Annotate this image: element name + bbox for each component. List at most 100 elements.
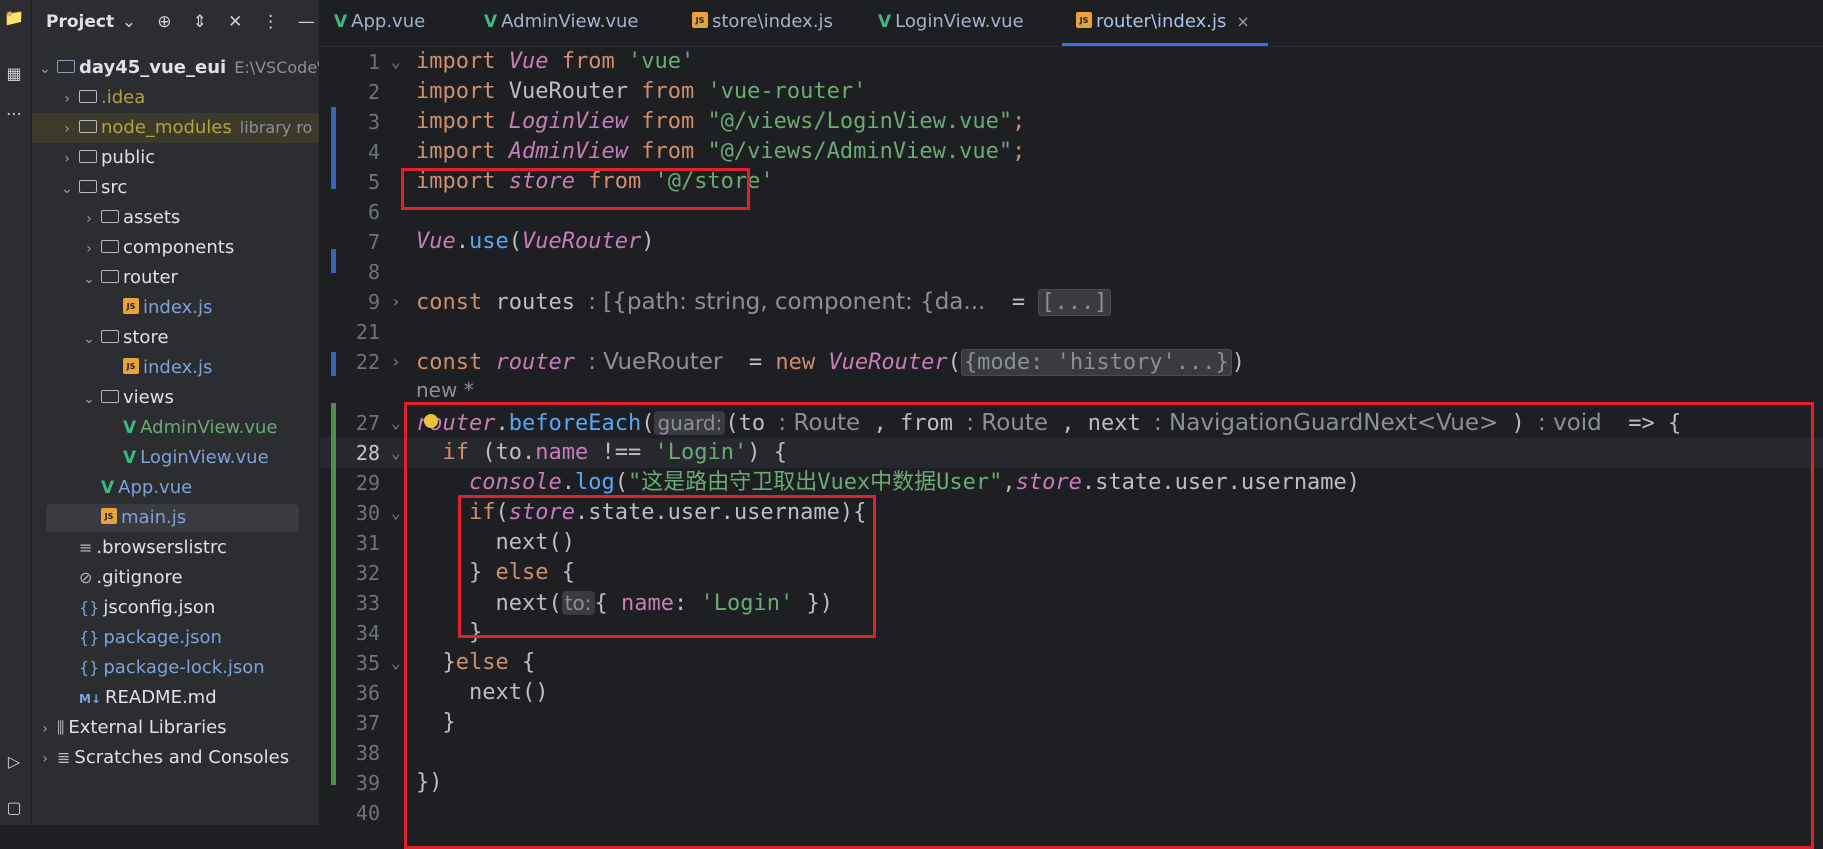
vue-file-icon: V — [123, 418, 137, 438]
tree-item-label: public — [101, 147, 156, 168]
tree-item[interactable]: ⌄ day45_vue_eui E:\VSCode\ — [32, 53, 319, 83]
code-line-1: import Vue from 'vue' — [416, 49, 695, 74]
vue-file-icon: V — [101, 478, 115, 498]
chevron-down-icon[interactable]: ⌄ — [82, 384, 96, 413]
tree-item[interactable]: › ≣ Scratches and Consoles — [32, 743, 319, 773]
fold-open-icon[interactable]: ⌄ — [391, 498, 403, 528]
tree-item[interactable]: › components — [32, 233, 319, 263]
tree-item[interactable]: ⌄ views — [32, 383, 319, 413]
tree-item[interactable]: ⊘ .gitignore — [32, 563, 319, 593]
code-line-22: const router : VueRouter = new VueRouter… — [416, 349, 1246, 376]
vue-file-icon: V — [123, 448, 137, 468]
tree-item[interactable]: JS index.js — [32, 353, 319, 383]
vue-file-icon: V — [878, 12, 892, 32]
tree-item[interactable]: ⌄ router — [32, 263, 319, 293]
js-file-icon: JS — [692, 12, 708, 28]
chevron-down-icon[interactable]: ⌄ — [116, 12, 141, 32]
tab-store-index-js[interactable]: JS store\index.js — [692, 0, 833, 46]
tree-item[interactable]: JS main.js — [32, 503, 319, 533]
line-number: 31 — [355, 531, 380, 555]
options-icon[interactable]: ⋮ — [258, 12, 283, 32]
code-editor[interactable]: 1 ⌄ 2 3 4 5 6 7 8 9 › 21 22 › 27 ⌄ 28 ⌄ 29 30 ⌄ 31 32 33 34 35 ⌄ 36… — [320, 47, 1823, 849]
chevron-right-icon[interactable]: › — [38, 714, 52, 743]
tree-item[interactable]: › node_modules library ro — [32, 113, 319, 143]
folded-region[interactable]: [...] — [1038, 289, 1111, 316]
tree-item[interactable]: ⌄ store — [32, 323, 319, 353]
tree-item[interactable]: › ⫼ External Libraries — [32, 713, 319, 743]
project-panel: Project ⌄ ⊕ ⇕ ✕ ⋮ — ⌄ day45_vue_eui E:\VSC… — [32, 0, 320, 825]
tree-item[interactable]: ≡ .browserslistrc — [32, 533, 319, 563]
tab-router-index-js[interactable]: JS router\index.js × — [1062, 0, 1268, 46]
author-note: new * — [416, 378, 474, 402]
line-number: 34 — [355, 621, 380, 645]
structure-icon[interactable]: ▦ — [4, 64, 24, 84]
tree-item[interactable]: V AdminView.vue — [32, 413, 319, 443]
tree-item[interactable]: V App.vue — [32, 473, 319, 503]
chevron-right-icon[interactable]: › — [82, 204, 96, 233]
tree-item-label: External Libraries — [68, 717, 227, 738]
tree-item-label: router — [123, 267, 178, 288]
chevron-right-icon[interactable]: › — [60, 84, 74, 113]
tree-item[interactable]: V LoginView.vue — [32, 443, 319, 473]
project-header: Project ⌄ ⊕ ⇕ ✕ ⋮ — — [32, 0, 319, 44]
fold-closed-icon[interactable]: › — [391, 287, 403, 317]
tree-item[interactable]: ⌄ src — [32, 173, 319, 203]
tree-item[interactable]: {} package.json — [32, 623, 319, 653]
code-line-9: const routes : [{path: string, component… — [416, 287, 1111, 317]
tree-item[interactable]: JS index.js — [32, 293, 319, 323]
folder-icon — [79, 149, 97, 163]
more-icon[interactable]: ⋯ — [4, 104, 24, 124]
line-number: 37 — [355, 711, 380, 735]
fold-closed-icon[interactable]: › — [391, 347, 403, 377]
chevron-right-icon[interactable]: › — [82, 234, 96, 263]
tree-item[interactable]: › public — [32, 143, 319, 173]
expand-icon[interactable]: ⇕ — [187, 12, 212, 32]
tree-item[interactable]: › assets — [32, 203, 319, 233]
fold-open-icon[interactable]: ⌄ — [391, 408, 403, 438]
tab-label: AdminView.vue — [501, 11, 639, 32]
tree-item[interactable]: M↓ README.md — [32, 683, 319, 713]
close-icon[interactable]: × — [1236, 12, 1249, 31]
tree-item-label: components — [123, 237, 235, 258]
folder-icon — [101, 209, 119, 223]
tree-item-label: README.md — [105, 687, 217, 708]
line-number: 28 — [355, 441, 380, 465]
run-icon[interactable]: ▷ — [4, 752, 24, 772]
chevron-right-icon[interactable]: › — [60, 144, 74, 173]
highlight-box-import-store — [401, 168, 750, 210]
chevron-right-icon[interactable]: › — [38, 744, 52, 773]
collapse-icon[interactable]: ✕ — [223, 12, 248, 32]
tree-item[interactable]: › .idea — [32, 83, 319, 113]
fold-open-icon[interactable]: ⌄ — [391, 438, 403, 468]
line-number: 39 — [355, 771, 380, 795]
chevron-down-icon[interactable]: ⌄ — [82, 324, 96, 353]
vue-file-icon: V — [484, 12, 498, 32]
line-number: 1 — [367, 50, 380, 74]
fold-open-icon[interactable]: ⌄ — [391, 47, 403, 77]
folded-region[interactable]: {mode: 'history'...} — [960, 349, 1232, 376]
line-number: 33 — [355, 591, 380, 615]
tab-login-view-vue[interactable]: V LoginView.vue — [878, 0, 1024, 46]
fold-open-icon[interactable]: ⌄ — [391, 648, 403, 678]
chevron-down-icon[interactable]: ⌄ — [38, 54, 52, 83]
terminal-icon[interactable]: ▢ — [4, 798, 24, 818]
tab-label: store\index.js — [712, 11, 833, 32]
js-file-icon: JS — [123, 358, 139, 374]
line-number: 5 — [367, 170, 380, 194]
tree-item-label: node_modules — [101, 117, 232, 138]
chevron-down-icon[interactable]: ⌄ — [82, 264, 96, 293]
folder-icon[interactable]: 📁 — [4, 8, 24, 28]
chevron-down-icon[interactable]: ⌄ — [60, 174, 74, 203]
tree-item[interactable]: {} package-lock.json — [32, 653, 319, 683]
line-number: 40 — [355, 801, 380, 825]
hide-icon[interactable]: — — [294, 12, 319, 32]
target-icon[interactable]: ⊕ — [152, 12, 177, 32]
tree-item-label: jsconfig.json — [103, 597, 216, 618]
project-title[interactable]: Project — [46, 12, 114, 32]
tab-admin-view-vue[interactable]: V AdminView.vue — [484, 0, 638, 46]
tree-item-label: .browserslistrc — [96, 537, 227, 558]
tree-item-label: main.js — [121, 507, 187, 528]
tree-item[interactable]: {} jsconfig.json — [32, 593, 319, 623]
tab-app-vue[interactable]: V App.vue — [334, 0, 425, 46]
chevron-right-icon[interactable]: › — [60, 114, 74, 143]
